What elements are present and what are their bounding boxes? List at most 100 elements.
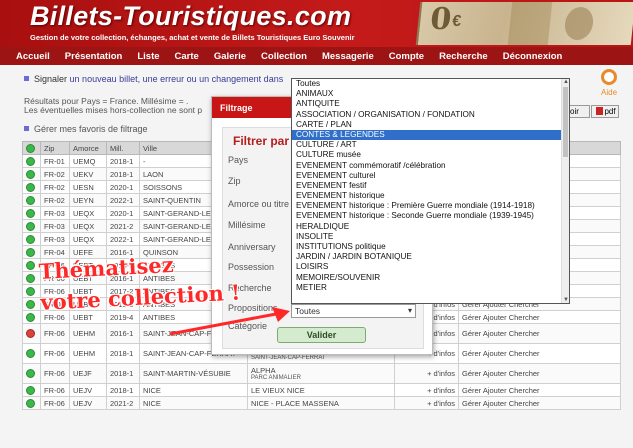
lieu-name: NICE - PLACE MASSENA — [251, 398, 339, 408]
column-header[interactable]: Mill. — [106, 141, 140, 155]
category-option[interactable]: MEMOIRE/SOUVENIR — [292, 273, 562, 283]
nav-item-accueil[interactable]: Accueil — [16, 51, 50, 62]
status-icon — [26, 247, 35, 257]
category-option[interactable]: CARTE / PLAN — [292, 120, 562, 130]
chevron-down-icon: ▾ — [407, 306, 412, 315]
ville-cell: NICE — [139, 396, 248, 410]
manage-favorites-link[interactable]: Gérer mes favoris de filtrage — [24, 124, 148, 134]
amorce-cell: UEQX — [69, 232, 107, 246]
millesime-cell: 2020-1 — [106, 206, 140, 220]
category-option[interactable]: CULTURE / ART — [292, 140, 562, 150]
signal-label: Signaler — [34, 74, 68, 84]
status-icon — [26, 329, 35, 339]
amorce-cell: UEJV — [69, 383, 107, 397]
category-option[interactable]: JARDIN / JARDIN BOTANIQUE — [292, 252, 562, 262]
category-dropdown-list[interactable]: Toutes ANIMAUX ANTIQUITE ASSOCIATION / ORGA… — [291, 78, 570, 304]
column-header[interactable]: Zip — [40, 141, 70, 155]
category-option[interactable]: CULTURE musée — [292, 150, 562, 160]
more-info-link[interactable]: + d'infos — [394, 396, 459, 410]
scroll-up-arrow-icon[interactable]: ▲ — [563, 79, 569, 85]
manage-actions[interactable]: Gérer Ajouter Chercher — [458, 323, 621, 344]
status-icon — [26, 182, 35, 192]
status-icon — [26, 260, 35, 270]
nav-item-liste[interactable]: Liste — [137, 51, 159, 62]
category-option[interactable]: INSOLITE — [292, 232, 562, 242]
nav-item-recherche[interactable]: Recherche — [439, 51, 488, 62]
category-option[interactable]: ANTIQUITE — [292, 99, 562, 109]
signal-link[interactable]: un nouveau billet, une erreur ou un chan… — [70, 74, 284, 84]
status-icon — [26, 385, 35, 395]
status-icon — [26, 299, 35, 309]
amorce-cell: UEQX — [69, 206, 107, 220]
nav-item-deconnexion[interactable]: Déconnexion — [503, 51, 563, 62]
status-icon — [26, 286, 35, 296]
category-option[interactable]: INSTITUTIONS politique — [292, 242, 562, 252]
scroll-down-arrow-icon[interactable]: ▼ — [563, 297, 569, 303]
manage-actions[interactable]: Gérer Ajouter Chercher — [458, 310, 621, 324]
site-header: Billets-Touristiques.com Gestion de votr… — [0, 0, 633, 47]
category-option[interactable]: HERALDIQUE — [292, 222, 562, 232]
category-option[interactable]: EVENEMENT historique — [292, 191, 562, 201]
zip-cell: FR-06 — [40, 383, 70, 397]
nav-item-presentation[interactable]: Présentation — [65, 51, 123, 62]
lieu-name: LE VIEUX NICE — [251, 385, 305, 395]
ville-cell: NICE — [139, 383, 248, 397]
help-link[interactable]: Aide — [601, 88, 617, 97]
category-option[interactable]: EVENEMENT culturel — [292, 171, 562, 181]
zip-cell: FR-01 — [40, 154, 70, 168]
category-option[interactable]: EVENEMENT commémoratif /célébration — [292, 161, 562, 171]
filter-label: Millésime — [228, 220, 266, 230]
category-option[interactable]: EVENEMENT historique : Première Guerre m… — [292, 201, 562, 211]
zip-cell: FR-06 — [40, 396, 70, 410]
nav-item-messagerie[interactable]: Messagerie — [322, 51, 374, 62]
lieu-name: ALPHA — [251, 365, 276, 375]
column-header[interactable] — [22, 141, 41, 155]
site-title[interactable]: Billets-Touristiques.com — [30, 1, 351, 32]
nav-item-compte[interactable]: Compte — [389, 51, 424, 62]
category-option[interactable]: ASSOCIATION / ORGANISATION / FONDATION — [292, 110, 562, 120]
category-select[interactable]: Toutes ▾ — [291, 304, 416, 318]
status-icon — [26, 234, 35, 244]
zip-cell: FR-02 — [40, 193, 70, 207]
category-option[interactable]: CONTES & LEGENDES — [292, 129, 562, 141]
category-option[interactable]: EVENEMENT historique : Seconde Guerre mo… — [292, 211, 562, 221]
table-row[interactable]: FR-06 UEJV 2021-2 NICE NICE - PLACE MASSENA +… — [22, 396, 621, 410]
zip-cell: FR-02 — [40, 167, 70, 181]
table-row[interactable]: FR-06 UEJV 2018-1 NICE LE VIEUX NICE + d'info… — [22, 383, 621, 397]
status-icon — [26, 273, 35, 283]
favorites-label[interactable]: Gérer mes favoris de filtrage — [34, 124, 148, 134]
status-cell — [22, 167, 41, 181]
nav-item-collection[interactable]: Collection — [261, 51, 307, 62]
category-option[interactable]: METIER — [292, 283, 562, 293]
zip-cell: FR-06 — [40, 323, 70, 344]
category-option[interactable]: Toutes — [292, 79, 562, 89]
pdf-button[interactable]: pdf — [591, 105, 619, 118]
manage-actions[interactable]: Gérer Ajouter Chercher — [458, 343, 621, 364]
more-info-link[interactable]: + d'infos — [394, 383, 459, 397]
nav-item-carte[interactable]: Carte — [175, 51, 199, 62]
amorce-cell: UEKV — [69, 167, 107, 181]
dropdown-scrollbar[interactable]: ▲ ▼ — [561, 79, 569, 303]
status-cell — [22, 343, 41, 364]
manage-actions[interactable]: Gérer Ajouter Chercher — [458, 396, 621, 410]
status-cell — [22, 396, 41, 410]
status-cell — [22, 154, 41, 168]
millesime-cell: 2020-1 — [106, 180, 140, 194]
manage-actions[interactable]: Gérer Ajouter Chercher — [458, 363, 621, 384]
millesime-cell: 2018-1 — [106, 343, 140, 364]
nav-item-galerie[interactable]: Galerie — [214, 51, 246, 62]
more-info-link[interactable]: + d'infos — [394, 363, 459, 384]
table-row[interactable]: FR-06 UEJF 2018-1 SAINT-MARTIN-VÉSUBIE ALPHA… — [22, 363, 621, 384]
manage-actions[interactable]: Gérer Ajouter Chercher — [458, 383, 621, 397]
help-lifebuoy-icon[interactable] — [601, 69, 617, 85]
millesime-cell: 2021-2 — [106, 219, 140, 233]
category-option[interactable]: ANIMAUX — [292, 89, 562, 99]
category-option[interactable]: LOISIRS — [292, 262, 562, 272]
status-icon — [26, 312, 35, 322]
category-option[interactable]: EVENEMENT festif — [292, 181, 562, 191]
status-cell — [22, 206, 41, 220]
category-select-value: Toutes — [295, 306, 321, 316]
column-header[interactable]: Amorce — [69, 141, 107, 155]
filter-label: Pays — [228, 155, 249, 165]
scrollbar-thumb[interactable] — [563, 87, 568, 157]
